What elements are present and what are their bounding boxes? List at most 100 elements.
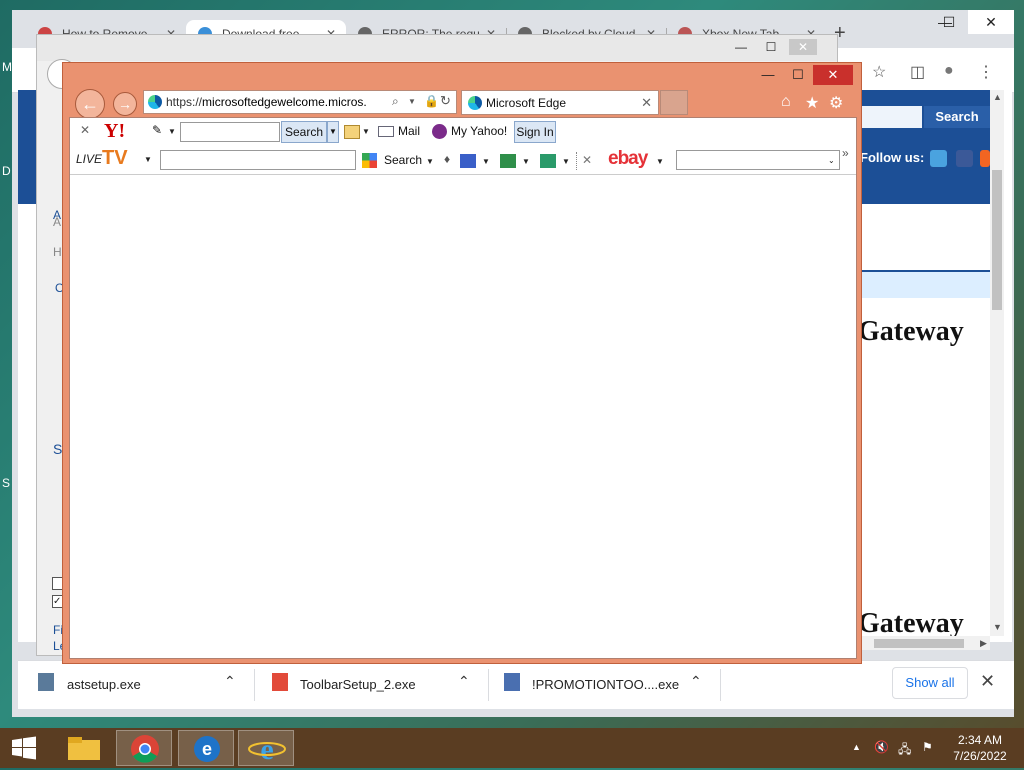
maximize-button[interactable]: ☐ (783, 65, 813, 85)
chevron-up-icon[interactable]: ⌃ (224, 673, 236, 690)
ie-taskbar-button[interactable]: e (178, 730, 234, 766)
ebay-logo[interactable]: ebay (608, 148, 648, 170)
star-icon[interactable]: ☆ (872, 62, 886, 82)
dropdown-arrow-icon[interactable]: ▼ (426, 157, 434, 166)
download-divider (720, 669, 721, 701)
ie-taskbar-button[interactable]: e (238, 730, 294, 766)
search-icon[interactable]: ⌕ (392, 94, 399, 109)
livetv-logo-live[interactable]: LIVE (76, 152, 102, 166)
ebay-select[interactable] (676, 150, 840, 170)
close-button[interactable]: ✕ (813, 65, 853, 85)
tray-expand-icon[interactable]: ▲ (852, 742, 861, 752)
livetv-search-button[interactable]: Search (384, 153, 422, 167)
chevron-down-icon[interactable]: ⌄ (828, 156, 835, 165)
menu-icon[interactable]: ⋮ (978, 62, 994, 82)
rss-icon[interactable] (980, 150, 990, 167)
forward-button[interactable]: → (113, 92, 137, 116)
dropdown-arrow-icon[interactable]: ▼ (327, 121, 339, 143)
show-all-button[interactable]: Show all (892, 667, 968, 699)
home-icon[interactable]: ⌂ (781, 93, 791, 111)
monitor-icon[interactable] (500, 154, 516, 168)
tab-close-icon[interactable]: ✕ (641, 95, 652, 111)
maximize-button[interactable]: ☐ (926, 10, 972, 34)
google-icon[interactable] (362, 153, 377, 168)
close-toolbar-icon[interactable]: ✕ (582, 153, 592, 167)
dropdown-arrow-icon[interactable]: ▼ (562, 157, 570, 166)
mail-link[interactable]: Mail (398, 124, 420, 138)
page-search-button[interactable]: Search (924, 106, 990, 128)
twitter-icon[interactable] (930, 150, 947, 167)
dropdown-arrow-icon[interactable]: ▼ (144, 155, 152, 164)
tools-gear-icon[interactable]: ⚙ (829, 93, 843, 113)
chevron-up-icon[interactable]: ⌃ (690, 673, 702, 690)
minimize-button[interactable]: — (753, 65, 783, 85)
audio-icon[interactable]: ♦ (444, 152, 450, 166)
dropdown-arrow-icon[interactable]: ▼ (408, 97, 416, 106)
network-icon[interactable]: 🖧 (898, 740, 911, 761)
back-button[interactable]: ← (75, 89, 105, 119)
dropdown-arrow-icon[interactable]: ▼ (362, 127, 370, 136)
my-yahoo-link[interactable]: My Yahoo! (451, 124, 507, 138)
more-icon[interactable]: » (842, 146, 849, 160)
ie-window: — ☐ ✕ ← → https://microsoftedgewelcome.m… (62, 62, 862, 664)
page-scrollbar-thumb[interactable] (992, 170, 1002, 310)
close-shelf-button[interactable]: ✕ (980, 671, 995, 692)
mail-icon[interactable] (378, 126, 394, 137)
chevron-up-icon[interactable]: ⌃ (458, 673, 470, 690)
download-item[interactable]: astsetup.exe (67, 677, 141, 692)
new-tab-button[interactable] (660, 90, 688, 115)
file-explorer-taskbar-button[interactable] (56, 730, 112, 766)
windows-logo-icon (12, 736, 36, 760)
scroll-right-arrow[interactable]: ▶ (980, 638, 987, 649)
livetv-search-input[interactable] (160, 150, 356, 170)
edge-icon (148, 95, 162, 109)
page-search-input[interactable] (860, 106, 922, 128)
my-yahoo-icon[interactable] (432, 124, 447, 139)
profile-icon[interactable]: ● (944, 62, 954, 80)
start-button[interactable] (10, 736, 38, 760)
ie-icon: e (248, 733, 286, 766)
volume-muted-icon[interactable]: 🔇 (874, 740, 889, 754)
ie-tab-active[interactable]: Microsoft Edge ✕ (461, 90, 659, 115)
yahoo-logo[interactable]: Y! (104, 120, 125, 143)
exe-file-icon (272, 673, 288, 691)
side-panel-icon[interactable]: ◫ (910, 62, 925, 82)
scroll-down-arrow[interactable]: ▼ (993, 622, 1002, 632)
page-subnav (858, 272, 990, 298)
system-clock[interactable]: 2:34 AM 7/26/2022 (950, 732, 1010, 764)
pencil-icon[interactable]: ✎ (152, 123, 162, 137)
dropdown-arrow-icon[interactable]: ▼ (656, 157, 664, 166)
yahoo-search-input[interactable] (180, 122, 280, 142)
desktop-icon-label: D (2, 164, 11, 178)
maximize-button[interactable]: ☐ (757, 39, 785, 55)
close-button[interactable]: ✕ (968, 10, 1014, 34)
dropdown-arrow-icon[interactable]: ▼ (522, 157, 530, 166)
monitor-icon[interactable] (460, 154, 476, 168)
scroll-up-arrow[interactable]: ▲ (993, 92, 1002, 102)
close-toolbar-icon[interactable]: ✕ (80, 123, 90, 137)
favorites-icon[interactable]: ★ (805, 93, 819, 113)
page-hscrollbar-thumb[interactable] (874, 639, 964, 648)
yahoo-search-button[interactable]: Search (281, 121, 327, 143)
facebook-icon[interactable] (956, 150, 973, 167)
exe-file-icon (38, 673, 54, 691)
sign-in-button[interactable]: Sign In (514, 121, 556, 143)
dropdown-arrow-icon[interactable]: ▼ (168, 127, 176, 136)
address-bar[interactable]: https://microsoftedgewelcome.micros... ⌕… (143, 90, 457, 114)
refresh-icon[interactable]: ↻ (440, 93, 451, 109)
download-item[interactable]: ToolbarSetup_2.exe (300, 677, 416, 692)
taskbar: e e ▲ 🔇 🖧 ⚑ 2:34 AM 7/26/2022 (0, 728, 1024, 768)
close-button[interactable]: ✕ (789, 39, 817, 55)
minimize-button[interactable]: — (727, 39, 755, 55)
download-item[interactable]: !PROMOTIONTOO....exe (532, 677, 679, 692)
download-shelf: astsetup.exe ⌃ ToolbarSetup_2.exe ⌃ !PRO… (18, 660, 1014, 709)
monitor-icon[interactable] (540, 154, 556, 168)
follow-us-label: Follow us: (860, 150, 925, 165)
dropdown-arrow-icon[interactable]: ▼ (482, 157, 490, 166)
calendar-icon[interactable] (344, 125, 360, 139)
livetv-logo-tv[interactable]: TV (102, 147, 128, 170)
ie-icon: e (194, 736, 220, 762)
flag-icon[interactable]: ⚑ (922, 740, 933, 754)
yahoo-toolbar: ✕ Y! ✎ ▼ Search ▼ ▼ Mail My Yahoo! Sign … (70, 120, 856, 146)
chrome-taskbar-button[interactable] (116, 730, 172, 766)
